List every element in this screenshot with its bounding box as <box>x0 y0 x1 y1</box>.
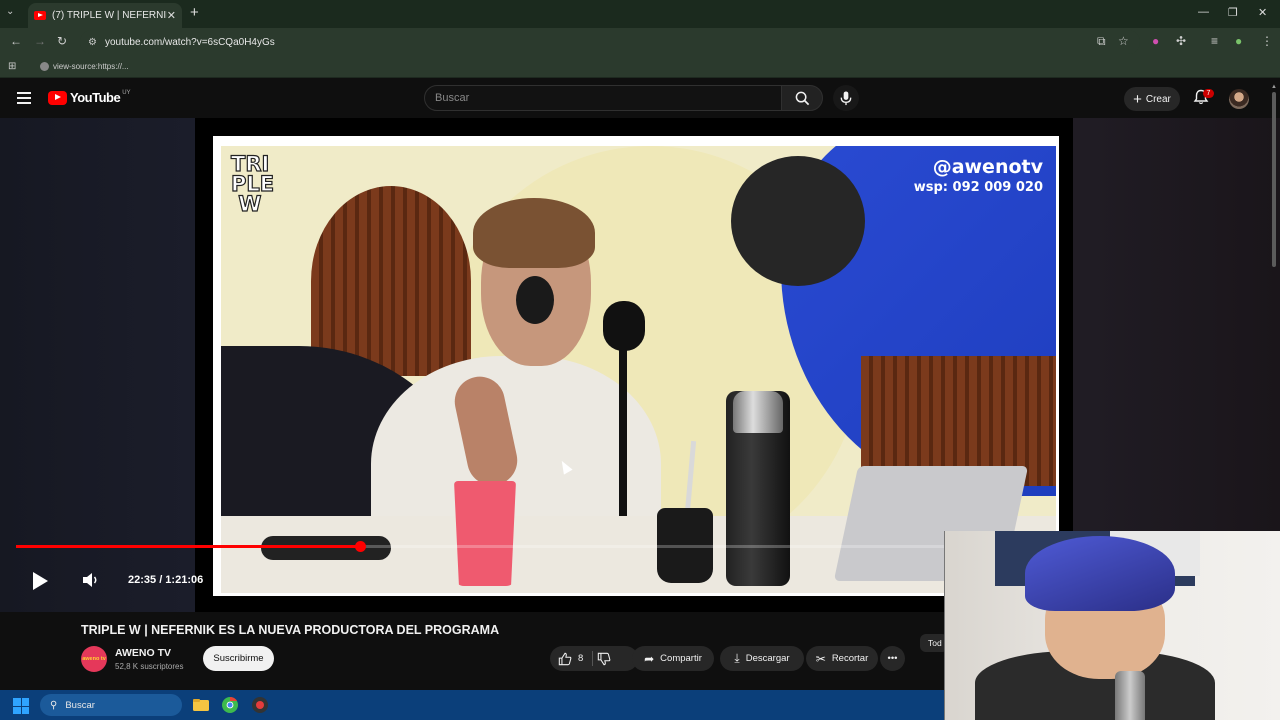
plus-icon: + <box>1133 90 1142 108</box>
bookmarks-bar: ⊞ view-source:https://... <box>0 56 1280 78</box>
youtube-favicon-icon <box>34 11 46 20</box>
create-label: Crear <box>1145 93 1171 105</box>
microphone-icon <box>840 90 852 105</box>
extension-icon[interactable]: ● <box>1152 34 1159 48</box>
account-avatar[interactable] <box>1229 89 1249 109</box>
apps-grid-icon[interactable]: ⊞ <box>8 61 16 72</box>
create-button[interactable]: + Crear <box>1124 87 1180 111</box>
tab-search-icon[interactable]: ⌄ <box>6 6 14 17</box>
country-code: UY <box>122 89 131 96</box>
download-button[interactable]: ⤓ Descargar <box>720 646 804 671</box>
address-url: youtube.com/watch?v=6sCQa0H4yGs <box>104 36 275 48</box>
thumbs-down-icon[interactable] <box>597 652 611 666</box>
thumbs-up-icon <box>558 652 572 665</box>
progress-played <box>16 545 361 548</box>
close-window-button[interactable]: ✕ <box>1258 6 1267 19</box>
file-explorer-icon[interactable] <box>192 696 210 714</box>
menu-hamburger-icon[interactable] <box>17 92 31 107</box>
video-player[interactable]: TRI PLE W @awenotv wsp: 092 009 020 <box>195 118 1073 612</box>
like-count: 8 <box>578 653 584 664</box>
install-app-icon[interactable]: ⧉ <box>1097 34 1106 49</box>
back-icon[interactable]: ← <box>10 34 22 48</box>
tab-close-icon[interactable]: ✕ <box>167 9 176 22</box>
media-control-icon[interactable]: ≡ <box>1211 34 1218 48</box>
minimize-button[interactable]: — <box>1198 6 1209 18</box>
overlay-handle: @awenotv <box>932 156 1043 178</box>
browser-tab-strip: ⌄ (7) TRIPLE W | NEFERNIK ES LA ✕ + — ❐ … <box>0 0 1280 28</box>
time-display: 22:35 / 1:21:06 <box>128 574 204 586</box>
video-title: TRIPLE W | NEFERNIK ES LA NUEVA PRODUCTO… <box>81 623 500 637</box>
more-actions-button[interactable]: ••• <box>880 646 905 671</box>
search-icon <box>795 91 809 105</box>
taskbar-search[interactable]: ⚲ Buscar <box>40 694 182 716</box>
globe-icon <box>40 62 49 71</box>
profile-icon[interactable]: ● <box>1235 34 1242 48</box>
browser-tab-active[interactable]: (7) TRIPLE W | NEFERNIK ES LA ✕ <box>28 3 182 28</box>
video-frame: TRI PLE W @awenotv wsp: 092 009 020 <box>213 136 1059 596</box>
recording-app-icon[interactable] <box>251 696 269 714</box>
youtube-header: YouTube UY Buscar + Crear 7 <box>0 78 1280 118</box>
subscribe-button[interactable]: Suscribirme <box>203 646 274 671</box>
overlay-phone: wsp: 092 009 020 <box>913 180 1043 195</box>
scroll-up-icon[interactable]: ▲ <box>1271 84 1277 90</box>
site-info-icon[interactable]: ⚙ <box>88 37 97 48</box>
video-scene: TRI PLE W @awenotv wsp: 092 009 020 <box>221 146 1056 593</box>
browser-toolbar: ← → ↻ ⚙ youtube.com/watch?v=6sCQa0H4yGs … <box>0 28 1280 56</box>
channel-avatar-text: aweno tv <box>82 656 106 662</box>
volume-icon[interactable] <box>82 572 100 588</box>
channel-name[interactable]: AWENO TV <box>115 647 171 659</box>
youtube-logo[interactable]: YouTube UY <box>48 90 131 105</box>
taskbar-search-icon: ⚲ <box>50 699 58 711</box>
like-dislike-group: 8 <box>550 646 638 671</box>
share-button[interactable]: ➦ Compartir <box>632 646 714 671</box>
bookmark-label: view-source:https://... <box>53 62 129 71</box>
address-bar[interactable]: ⚙ youtube.com/watch?v=6sCQa0H4yGs <box>80 30 1140 54</box>
like-divider <box>592 651 593 666</box>
browser-menu-icon[interactable]: ⋮ <box>1261 34 1273 48</box>
aweno-handle-overlay: @awenotv wsp: 092 009 020 <box>914 156 1043 195</box>
new-tab-button[interactable]: + <box>190 4 199 21</box>
windows-taskbar: ⚲ Buscar <box>0 690 944 720</box>
clip-button[interactable]: ✂ Recortar <box>806 646 878 671</box>
youtube-wordmark: YouTube <box>70 90 121 105</box>
bookmark-item[interactable]: view-source:https://... <box>40 62 129 71</box>
download-label: Descargar <box>745 653 790 664</box>
maximize-button[interactable]: ❐ <box>1228 6 1238 19</box>
like-button[interactable]: 8 <box>558 652 583 666</box>
webcam-overlay <box>944 531 1280 720</box>
scissors-icon: ✂ <box>815 651 826 666</box>
windows-start-icon[interactable] <box>13 698 29 714</box>
scrollbar-thumb[interactable] <box>1272 92 1276 267</box>
bookmark-star-icon[interactable]: ☆ <box>1118 34 1129 48</box>
extensions-puzzle-icon[interactable]: ✣ <box>1176 34 1186 48</box>
clip-label: Recortar <box>831 653 869 664</box>
play-button[interactable] <box>33 572 48 590</box>
channel-avatar[interactable]: aweno tv <box>81 646 107 672</box>
download-icon: ⤓ <box>734 651 740 665</box>
reload-icon[interactable]: ↻ <box>57 34 67 48</box>
search-input[interactable]: Buscar <box>424 85 782 111</box>
search-button[interactable] <box>781 85 823 111</box>
tab-title: (7) TRIPLE W | NEFERNIK ES LA <box>52 10 167 21</box>
subscriber-count: 52,8 K suscriptores <box>115 662 184 671</box>
chrome-icon[interactable] <box>221 696 239 714</box>
triple-w-logo: TRI PLE W <box>230 152 275 216</box>
youtube-play-logo-icon <box>48 90 67 105</box>
share-label: Compartir <box>660 653 702 664</box>
share-icon: ➦ <box>644 651 655 666</box>
notifications-badge: 7 <box>1203 89 1214 98</box>
forward-icon[interactable]: → <box>34 34 46 48</box>
voice-search-button[interactable] <box>833 85 859 111</box>
taskbar-search-label: Buscar <box>65 699 95 711</box>
more-icon: ••• <box>887 653 898 664</box>
